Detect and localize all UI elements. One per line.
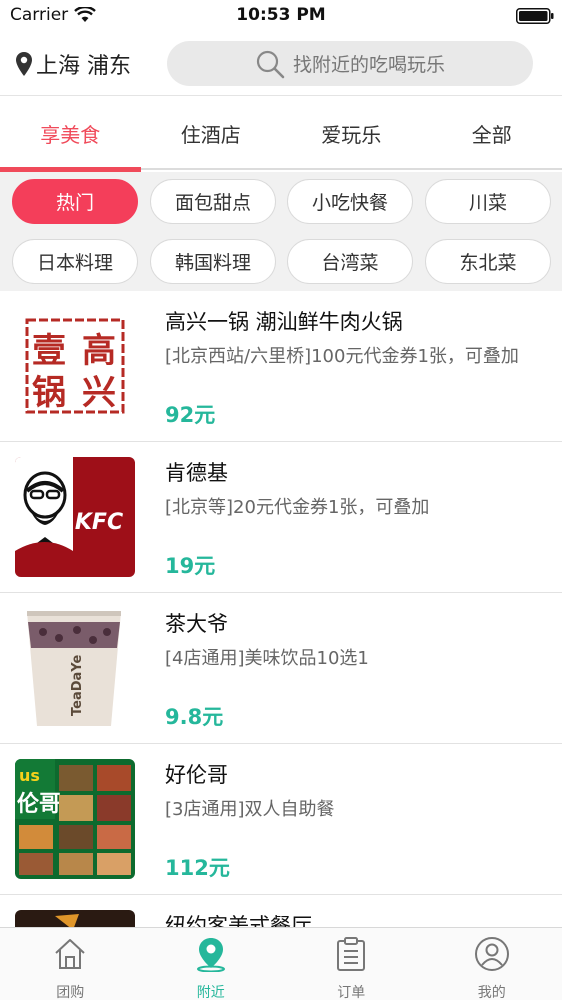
status-time: 10:53 PM bbox=[236, 5, 326, 25]
listing-description: [4店通用]美味饮品10选1 bbox=[165, 648, 369, 669]
status-bar: Carrier 10:53 PM bbox=[0, 0, 562, 32]
kfc-logo: KFC bbox=[15, 457, 135, 577]
clipboard-icon bbox=[337, 937, 365, 971]
tabbar-label: 附近 bbox=[196, 985, 225, 1000]
list-item[interactable]: 纽约客美式餐厅 bbox=[0, 895, 562, 927]
tab-entertainment[interactable]: 爱玩乐 bbox=[281, 97, 422, 170]
list-item[interactable]: 壹 高 锅 兴 高兴一锅 潮汕鲜牛肉火锅 [北京西站/六里桥]100元代金券1张… bbox=[0, 291, 562, 442]
tabbar-label: 团购 bbox=[56, 985, 85, 1000]
tabbar-profile[interactable]: 我的 bbox=[422, 928, 562, 1000]
food-photo bbox=[15, 910, 135, 927]
listing-description: [北京西站/六里桥]100元代金券1张，可叠加 bbox=[165, 346, 519, 367]
svg-text:KFC: KFC bbox=[75, 510, 123, 535]
filter-northeastern[interactable]: 东北菜 bbox=[425, 239, 551, 284]
filter-hot[interactable]: 热门 bbox=[12, 179, 138, 224]
tab-food[interactable]: 享美食 bbox=[0, 97, 141, 172]
filter-korean[interactable]: 韩国料理 bbox=[150, 239, 276, 284]
list-item[interactable]: us 伦哥 好伦哥 [3店通用]双人自助餐 112元 bbox=[0, 744, 562, 895]
subcategory-filters: 热门 面包甜点 小吃快餐 川菜 日本料理 韩国料理 台湾菜 东北菜 bbox=[0, 172, 562, 291]
listing-description: [北京等]20元代金券1张，可叠加 bbox=[165, 497, 430, 518]
search-input[interactable]: 找附近的吃喝玩乐 bbox=[167, 41, 533, 86]
location-pin-icon bbox=[196, 938, 225, 972]
tabbar-label: 订单 bbox=[337, 985, 366, 1000]
location-label: 上海 浦东 bbox=[36, 54, 131, 79]
svg-text:TeaDaYe: TeaDaYe bbox=[70, 654, 85, 716]
listing-title: 好伦哥 bbox=[165, 763, 228, 787]
category-tabs: 享美食 住酒店 爱玩乐 全部 bbox=[0, 97, 562, 172]
buffet-food-photo: us 伦哥 bbox=[15, 759, 135, 879]
deal-list: 壹 高 锅 兴 高兴一锅 潮汕鲜牛肉火锅 [北京西站/六里桥]100元代金券1张… bbox=[0, 291, 562, 927]
tabbar-orders[interactable]: 订单 bbox=[281, 928, 422, 1000]
tabbar-label: 我的 bbox=[477, 985, 506, 1000]
filter-sichuan[interactable]: 川菜 bbox=[425, 179, 551, 224]
svg-text:us: us bbox=[19, 766, 40, 785]
listing-description: [3店通用]双人自助餐 bbox=[165, 799, 335, 820]
svg-text:伦哥: 伦哥 bbox=[17, 791, 61, 817]
list-item[interactable]: TeaDaYe 茶大爷 [4店通用]美味饮品10选1 9.8元 bbox=[0, 593, 562, 744]
location-selector[interactable]: 上海 浦东 bbox=[15, 50, 131, 79]
listing-price: 92元 bbox=[165, 403, 216, 427]
house-icon bbox=[55, 939, 85, 969]
filter-snacks[interactable]: 小吃快餐 bbox=[287, 179, 413, 224]
search-placeholder: 找附近的吃喝玩乐 bbox=[292, 54, 445, 76]
bottom-tab-bar: 团购 附近 订单 我的 bbox=[0, 927, 562, 1000]
tab-hotel[interactable]: 住酒店 bbox=[141, 97, 282, 170]
user-icon bbox=[474, 937, 509, 971]
svg-text:高: 高 bbox=[82, 331, 116, 371]
tab-all[interactable]: 全部 bbox=[422, 97, 562, 170]
location-pin-icon bbox=[16, 52, 32, 76]
header: 上海 浦东 找附近的吃喝玩乐 bbox=[0, 32, 562, 96]
tabbar-nearby[interactable]: 附近 bbox=[141, 928, 282, 1000]
listing-title: 高兴一锅 潮汕鲜牛肉火锅 bbox=[165, 310, 403, 334]
svg-text:锅: 锅 bbox=[32, 373, 66, 413]
listing-price: 112元 bbox=[165, 856, 230, 880]
listing-price: 9.8元 bbox=[165, 705, 224, 729]
listing-title: 茶大爷 bbox=[165, 612, 228, 636]
list-item[interactable]: KFC 肯德基 [北京等]20元代金券1张，可叠加 19元 bbox=[0, 442, 562, 593]
svg-text:兴: 兴 bbox=[82, 373, 116, 413]
listing-title: 纽约客美式餐厅 bbox=[165, 914, 312, 927]
gaoxing-yiguo-seal-logo: 壹 高 锅 兴 bbox=[15, 306, 135, 426]
listing-price: 19元 bbox=[165, 554, 216, 578]
bubble-tea-cup-photo: TeaDaYe bbox=[15, 608, 135, 728]
filter-taiwanese[interactable]: 台湾菜 bbox=[287, 239, 413, 284]
filter-japanese[interactable]: 日本料理 bbox=[12, 239, 138, 284]
tabbar-groupbuy[interactable]: 团购 bbox=[0, 928, 141, 1000]
svg-text:壹: 壹 bbox=[32, 331, 66, 371]
battery-icon bbox=[516, 8, 554, 24]
listing-title: 肯德基 bbox=[165, 461, 228, 485]
search-icon bbox=[256, 50, 285, 78]
filter-bakery[interactable]: 面包甜点 bbox=[150, 179, 276, 224]
